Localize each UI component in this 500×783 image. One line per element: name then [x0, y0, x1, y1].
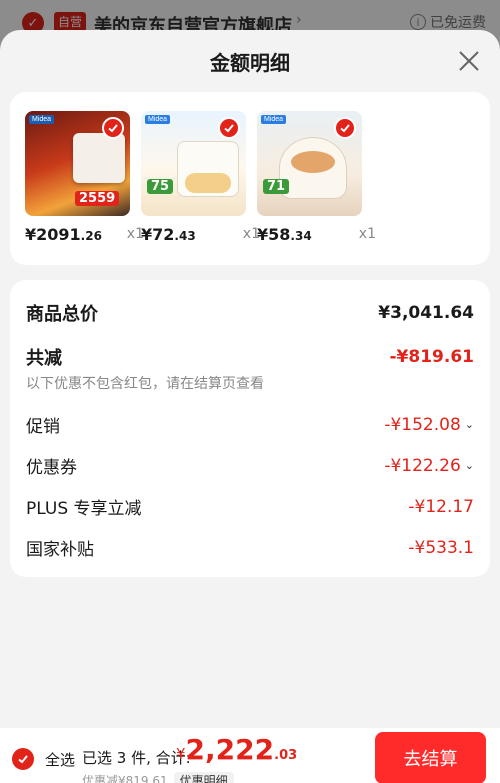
image-price-tag: 75	[147, 179, 174, 194]
close-icon	[459, 51, 479, 71]
selected-check-icon[interactable]	[218, 117, 240, 139]
reduction-note-row: 以下优惠不包含红包，请在结算页查看	[26, 373, 474, 393]
promotion-row[interactable]: 促销 -¥152.08 ⌄	[26, 412, 474, 438]
coupon-value-group[interactable]: -¥122.26 ⌄	[384, 456, 474, 476]
total-integer: 2,222	[185, 733, 275, 766]
goods-total-value: ¥3,041.64	[378, 303, 474, 323]
product-item[interactable]: Midea 2559 ¥2091 .26 x1	[25, 111, 144, 265]
selected-check-icon[interactable]	[334, 117, 356, 139]
promotion-value-group[interactable]: -¥152.08 ⌄	[384, 415, 474, 435]
coupon-value: -¥122.26	[384, 455, 461, 476]
select-all-label[interactable]: 全选	[45, 749, 75, 770]
chevron-down-icon[interactable]: ⌄	[465, 459, 474, 472]
select-all-check-icon[interactable]	[12, 748, 34, 770]
brand-logo: Midea	[29, 115, 55, 124]
plus-discount-row: PLUS 专享立减 -¥12.17	[26, 494, 474, 520]
brand-logo: Midea	[145, 115, 171, 124]
total-amount: ¥ 2,222 .03	[176, 733, 297, 766]
plus-discount-label: PLUS 专享立减	[26, 499, 142, 519]
product-quantity: x1	[358, 226, 376, 242]
total-currency: ¥	[176, 745, 186, 763]
promotion-value: -¥152.08	[384, 414, 461, 435]
reduction-note: 以下优惠不包含红包，请在结算页查看	[26, 376, 264, 392]
noodles-image	[291, 151, 335, 173]
discount-subtext: 优惠减¥819.61	[82, 774, 168, 783]
price-integer: ¥72	[141, 225, 175, 244]
image-price-tag: 2559	[75, 191, 120, 206]
amount-summary-card: 商品总价 ¥3,041.64 共减 -¥819.61 以下优惠不包含红包，请在结…	[10, 280, 490, 577]
total-reduction-value: -¥819.61	[389, 347, 475, 367]
price-decimal: .43	[174, 229, 196, 243]
total-decimal: .03	[274, 748, 298, 763]
egg-tray-image	[185, 173, 231, 193]
amount-detail-sheet: 金额明细 Midea 2559 ¥2091 .26 x1 Midea 75 ¥7…	[0, 30, 500, 783]
water-heater-image	[73, 133, 125, 183]
promotion-label: 促销	[26, 417, 60, 437]
price-integer: ¥58	[257, 225, 291, 244]
price-decimal: .26	[80, 229, 102, 243]
price-decimal: .34	[290, 229, 312, 243]
national-subsidy-label: 国家补贴	[26, 540, 94, 560]
national-subsidy-value: -¥533.1	[408, 537, 474, 558]
product-image[interactable]: Midea 75	[141, 111, 246, 216]
discount-detail-chip[interactable]: 优惠明细	[173, 772, 234, 783]
selected-check-icon[interactable]	[102, 117, 124, 139]
product-image[interactable]: Midea 71	[257, 111, 362, 216]
checkout-footer: 全选 已选 3 件, 合计: ¥ 2,222 .03 优惠减¥819.61 优惠明…	[0, 728, 500, 783]
plus-discount-value: -¥12.17	[408, 496, 474, 517]
national-subsidy-row: 国家补贴 -¥533.1	[26, 535, 474, 561]
coupon-row[interactable]: 优惠券 -¥122.26 ⌄	[26, 453, 474, 479]
total-reduction-label: 共减	[26, 348, 62, 369]
goods-total-row: 商品总价 ¥3,041.64	[26, 300, 474, 326]
product-price: ¥58 .34 x1	[257, 225, 376, 244]
product-price: ¥2091 .26 x1	[25, 225, 144, 244]
product-image[interactable]: Midea 2559	[25, 111, 130, 216]
close-button[interactable]	[456, 48, 482, 74]
product-price: ¥72 .43 x1	[141, 225, 260, 244]
goods-total-label: 商品总价	[26, 304, 98, 325]
coupon-label: 优惠券	[26, 458, 77, 478]
price-integer: ¥2091	[25, 225, 81, 244]
product-item[interactable]: Midea 71 ¥58 .34 x1	[257, 111, 376, 265]
brand-logo: Midea	[261, 115, 287, 124]
total-reduction-row: 共减 -¥819.61	[26, 344, 474, 370]
products-card: Midea 2559 ¥2091 .26 x1 Midea 75 ¥72 .43…	[10, 92, 490, 265]
chevron-down-icon[interactable]: ⌄	[465, 418, 474, 431]
checkout-button[interactable]: 去结算	[375, 732, 486, 783]
image-price-tag: 71	[263, 179, 290, 194]
sheet-title: 金额明细	[210, 50, 290, 75]
discount-subline: 优惠减¥819.61 优惠明细	[82, 772, 234, 783]
product-item[interactable]: Midea 75 ¥72 .43 x1	[141, 111, 260, 265]
sheet-header: 金额明细	[0, 30, 500, 92]
selected-summary: 已选 3 件, 合计:	[82, 749, 191, 767]
